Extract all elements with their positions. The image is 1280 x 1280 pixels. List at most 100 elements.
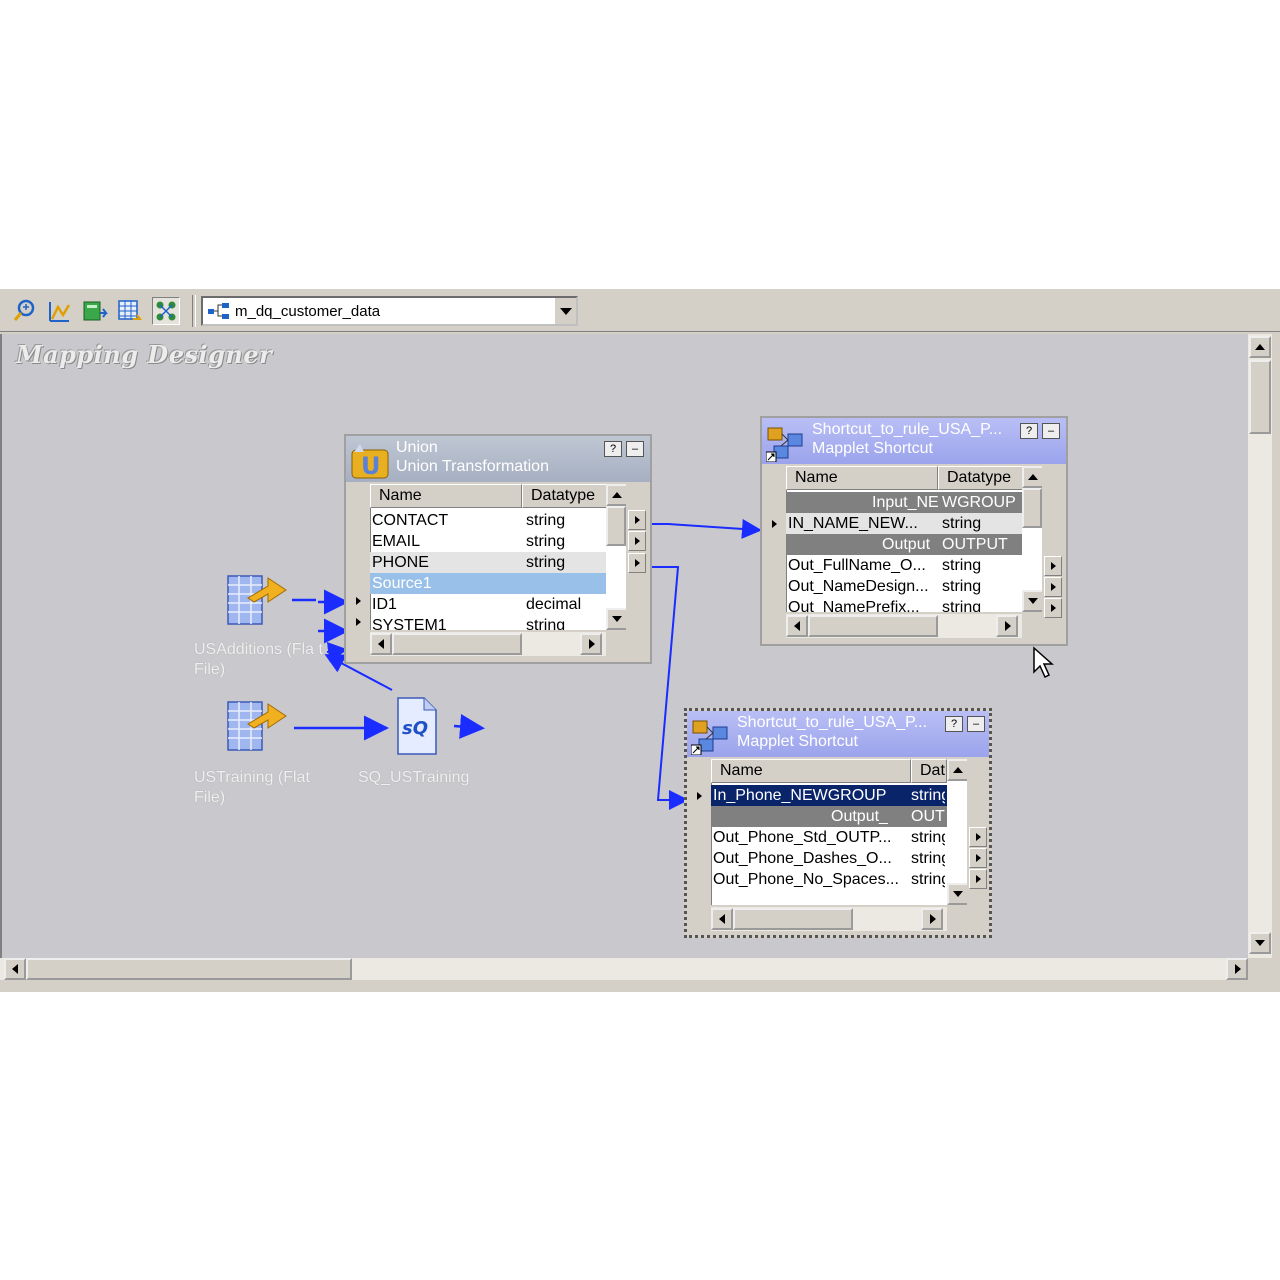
row-selector-column (691, 759, 712, 905)
scroll-left-button[interactable] (711, 908, 733, 930)
chevron-down-icon[interactable] (554, 298, 576, 324)
scroll-up-button[interactable] (606, 484, 626, 506)
svg-text:U: U (361, 452, 381, 480)
scroll-up-button[interactable] (1249, 336, 1271, 358)
help-icon[interactable]: ? (945, 716, 963, 732)
scroll-down-button[interactable] (1022, 590, 1042, 612)
scroll-thumb[interactable] (1022, 488, 1042, 528)
scroll-left-button[interactable] (4, 958, 26, 980)
scroll-right-button[interactable] (1226, 958, 1248, 980)
minimize-icon[interactable]: – (1042, 423, 1060, 439)
minimize-icon[interactable]: – (626, 441, 644, 457)
link-usadditions-3 (326, 641, 348, 662)
output-port-arrow[interactable] (1044, 556, 1062, 576)
source-usadditions[interactable] (224, 570, 294, 630)
scroll-down-button[interactable] (606, 608, 626, 630)
port-row[interactable]: Out_Phone_Dashes_O...string (711, 848, 947, 869)
output-port-arrow[interactable] (969, 827, 987, 847)
scroll-down-button[interactable] (1249, 932, 1271, 954)
target-designer-icon[interactable] (45, 297, 73, 325)
column-header-datatype[interactable]: Dat (911, 759, 947, 783)
scroll-right-button[interactable] (921, 908, 943, 930)
mapplet2-hscroll[interactable] (711, 907, 947, 931)
mapplet2-header[interactable]: Shortcut_to_rule_USA_P... Mapplet Shortc… (687, 711, 989, 757)
output-port-arrow[interactable] (969, 848, 987, 868)
port-row-selected[interactable]: In_Phone_NEWGROUPstring (711, 785, 947, 806)
group-row[interactable]: Input_NE WGROUP (786, 492, 1022, 513)
scroll-thumb[interactable] (26, 958, 352, 980)
group-row[interactable]: Output OUTPUT (786, 534, 1022, 555)
port-row[interactable]: EMAIL string (370, 531, 606, 552)
source-analyzer-icon[interactable] (10, 297, 38, 325)
scroll-thumb[interactable] (392, 633, 522, 655)
port-row[interactable]: IN_NAME_NEW... string (786, 513, 1022, 534)
union-header[interactable]: U Union Union Transformation ? – (346, 436, 650, 482)
minimize-icon[interactable]: – (967, 716, 985, 732)
mapplet1-header[interactable]: Shortcut_to_rule_USA_P... Mapplet Shortc… (762, 418, 1066, 464)
row-pointer-icon (772, 520, 777, 528)
port-row[interactable]: Out_NameDesign... string (786, 576, 1022, 597)
mapplet1-hscroll[interactable] (786, 614, 1022, 638)
port-row[interactable]: Out_NamePrefix... string (786, 597, 1022, 612)
port-row[interactable]: Out_Phone_Std_OUTP...string (711, 827, 947, 848)
group-row[interactable]: Output_OUTPUT (711, 806, 947, 827)
output-port-arrow[interactable] (628, 531, 646, 551)
row-selector-column (350, 484, 371, 630)
port-row[interactable]: Out_FullName_O... string (786, 555, 1022, 576)
port-row[interactable]: SYSTEM1 string (370, 615, 606, 630)
help-icon[interactable]: ? (1020, 423, 1038, 439)
port-row[interactable]: CONTACT string (370, 510, 606, 531)
horizontal-scrollbar[interactable] (0, 958, 1248, 980)
link-sq-out (453, 714, 485, 739)
column-header-datatype[interactable]: Datatype (522, 484, 608, 508)
scroll-down-button[interactable] (947, 883, 967, 905)
port-row[interactable]: ID1 decimal (370, 594, 606, 615)
mapping-icon (207, 302, 231, 320)
mapping-designer-icon[interactable] (152, 297, 180, 325)
scroll-left-button[interactable] (370, 633, 392, 655)
scroll-right-button[interactable] (996, 615, 1018, 637)
column-header-name[interactable]: Name (786, 466, 938, 490)
scroll-left-button[interactable] (786, 615, 808, 637)
transformation-developer-icon[interactable] (80, 297, 108, 325)
output-port-arrow[interactable] (1044, 598, 1062, 618)
mapping-selector-dropdown[interactable]: m_dq_customer_data (201, 296, 578, 326)
column-header-name[interactable]: Name (711, 759, 911, 783)
scroll-thumb[interactable] (606, 506, 626, 546)
mapplet-shortcut-window-2[interactable]: Shortcut_to_rule_USA_P... Mapplet Shortc… (684, 708, 992, 938)
mapplet1-ports-grid: Name Datatype Input_NE WGROUP IN_NAME_NEW… (766, 466, 1042, 612)
help-icon[interactable]: ? (604, 441, 622, 457)
vertical-scrollbar[interactable] (1248, 334, 1272, 958)
mouse-cursor-icon (1033, 646, 1054, 679)
source-label-line1: USAdditions (Fla t (194, 641, 323, 658)
port-row[interactable]: Out_Phone_No_Spaces...string (711, 869, 947, 890)
scroll-thumb[interactable] (1249, 360, 1271, 434)
output-port-arrow[interactable] (969, 869, 987, 889)
source-ustraining-label: USTraining (Flat File) (194, 768, 310, 808)
source-qualifier-node[interactable]: sQ (394, 696, 440, 758)
source-label-line1: USTraining (Flat (194, 769, 310, 786)
mapplet-designer-icon[interactable] (115, 297, 143, 325)
column-header-datatype[interactable]: Datatype (938, 466, 1024, 490)
source-ustraining[interactable] (224, 696, 294, 756)
row-pointer-icon (356, 597, 361, 605)
mapplet-icon (690, 717, 731, 756)
scroll-up-button[interactable] (1022, 466, 1042, 488)
mapplet-shortcut-window-1[interactable]: Shortcut_to_rule_USA_P... Mapplet Shortc… (760, 416, 1068, 646)
flat-file-source-icon (227, 575, 287, 625)
union-transformation-window[interactable]: U Union Union Transformation ? – Name Da… (344, 434, 652, 664)
scroll-right-button[interactable] (580, 633, 602, 655)
union-subtitle: Union Transformation (396, 458, 549, 475)
mapping-canvas[interactable]: Mapping Designer USAdditions (Fla t File… (0, 334, 1248, 958)
output-port-arrow[interactable] (1044, 577, 1062, 597)
port-row[interactable]: PHONE string (370, 552, 606, 573)
scroll-thumb[interactable] (808, 615, 938, 637)
output-port-arrow[interactable] (628, 553, 646, 573)
group-row[interactable]: Source1 (370, 573, 606, 594)
output-port-arrow[interactable] (628, 510, 646, 530)
source-label-line2: File) (194, 661, 226, 678)
column-header-name[interactable]: Name (370, 484, 522, 508)
scroll-up-button[interactable] (947, 759, 967, 781)
scroll-thumb[interactable] (733, 908, 853, 930)
union-hscroll[interactable] (370, 632, 606, 656)
